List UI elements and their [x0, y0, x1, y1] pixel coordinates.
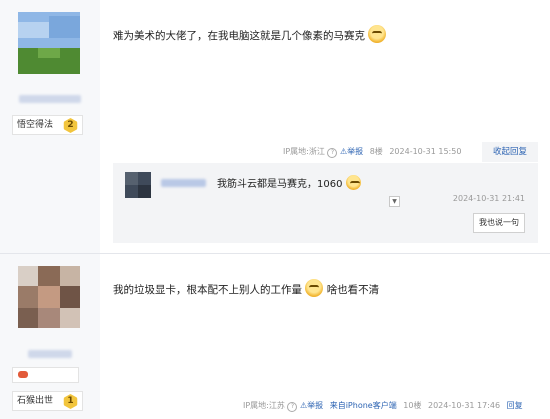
- smile-emoji-icon: [368, 25, 387, 43]
- reply-username-blurred[interactable]: [161, 179, 206, 187]
- level-badge[interactable]: 悟空得法 2: [12, 115, 83, 135]
- level-icon: 1: [63, 394, 78, 409]
- reply-avatar[interactable]: [125, 172, 151, 198]
- help-icon[interactable]: ?: [287, 402, 298, 412]
- member-badge[interactable]: [12, 367, 79, 383]
- report-link[interactable]: 举报: [307, 401, 323, 410]
- post-meta: IP属地:浙江 ? ⚠举报 8楼 2024-10-31 15:50: [283, 147, 462, 158]
- level-icon: 2: [63, 118, 78, 133]
- report-link[interactable]: 举报: [347, 147, 363, 156]
- level-badge[interactable]: 石猴出世 1: [12, 391, 83, 411]
- reply-dropdown-icon[interactable]: ▼: [389, 196, 400, 207]
- gamepad-icon: [18, 371, 28, 378]
- username-blurred[interactable]: [28, 350, 72, 358]
- collapse-replies-button[interactable]: 收起回复: [482, 142, 538, 162]
- reply-link[interactable]: 回复: [507, 401, 523, 410]
- post-content: 难为美术的大佬了，在我电脑这就是几个像素的马赛克: [113, 25, 387, 43]
- sweat-emoji-icon: [305, 279, 324, 297]
- reply-section: 我筋斗云都是马赛克，1060 ▼ 2024-10-31 21:41 我也说一句: [113, 163, 538, 243]
- avatar[interactable]: [18, 266, 80, 328]
- add-reply-button[interactable]: 我也说一句: [473, 213, 525, 233]
- post-meta: IP属地:江苏 ? ⚠举报 来自iPhone客户端 10楼 2024-10-31…: [243, 401, 523, 412]
- client-link[interactable]: 来自iPhone客户端: [330, 401, 397, 410]
- help-icon[interactable]: ?: [327, 148, 338, 158]
- post-divider: [0, 253, 550, 254]
- username-blurred[interactable]: [19, 95, 81, 103]
- reply-content: 我筋斗云都是马赛克，1060: [217, 175, 361, 190]
- post-content: 我的垃圾显卡，根本配不上别人的工作量 啥也看不清: [113, 279, 379, 297]
- reply-time: 2024-10-31 21:41: [452, 194, 525, 203]
- avatar[interactable]: [18, 12, 80, 74]
- sweat-emoji-icon: [345, 175, 361, 190]
